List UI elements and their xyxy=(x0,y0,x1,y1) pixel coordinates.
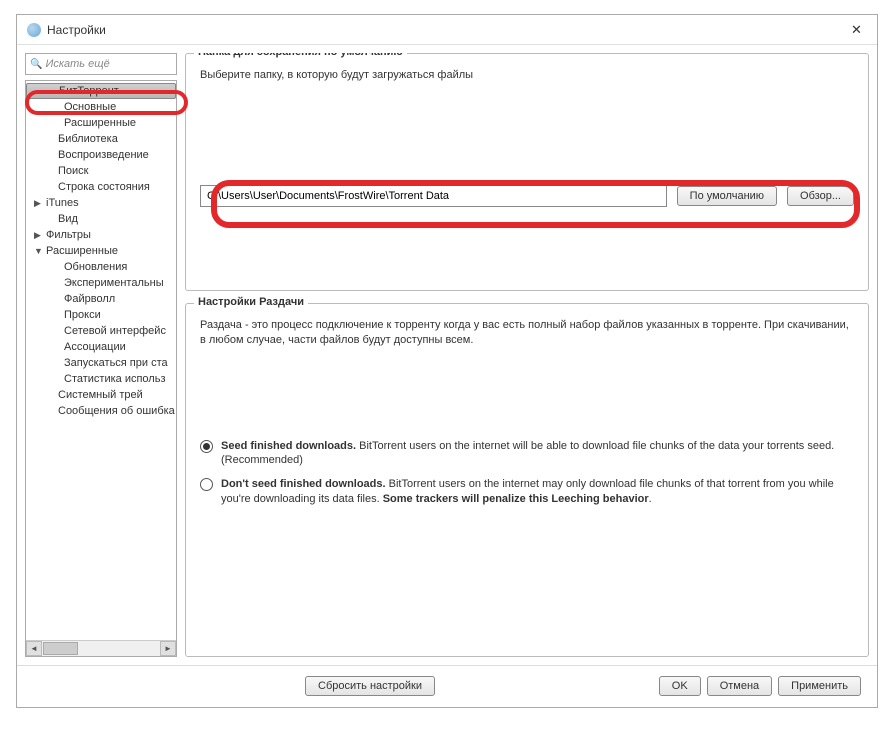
seeding-settings-group: Настройки Раздачи Раздача - это процесс … xyxy=(185,303,869,657)
group-desc: Выберите папку, в которую будут загружат… xyxy=(200,68,854,83)
tree-scrollbar-horizontal[interactable]: ◄ ► xyxy=(26,640,176,656)
group-legend: Настройки Раздачи xyxy=(194,296,308,308)
save-path-input[interactable] xyxy=(200,185,667,207)
window-title: Настройки xyxy=(47,23,851,37)
tree-item[interactable]: Экспериментальны xyxy=(26,275,176,291)
radio-seed-label: Seed finished downloads. BitTorrent user… xyxy=(221,439,854,468)
default-save-folder-group: Папка для сохранения по умолчанию Выбери… xyxy=(185,53,869,291)
tree-item[interactable]: ▶Фильтры xyxy=(26,227,176,243)
category-tree: БитТоррентОсновныеРасширенныеБиблиотекаВ… xyxy=(25,80,177,657)
tree-item[interactable]: Воспроизведение xyxy=(26,147,176,163)
tree-item[interactable]: ▼Расширенные xyxy=(26,243,176,259)
radio-seed[interactable] xyxy=(200,440,213,453)
group-legend: Папка для сохранения по умолчанию xyxy=(194,53,407,58)
tree-item[interactable]: Статистика использ xyxy=(26,371,176,387)
dialog-footer: Сбросить настройки OK Отмена Применить xyxy=(17,665,877,705)
content-area: Искать ещё БитТоррентОсновныеРасширенные… xyxy=(17,45,877,665)
tree-item[interactable]: Вид xyxy=(26,211,176,227)
tree-item[interactable]: Файрволл xyxy=(26,291,176,307)
tree-item[interactable]: Строка состояния xyxy=(26,179,176,195)
tree-item[interactable]: Ассоциации xyxy=(26,339,176,355)
tree-item[interactable]: Обновления xyxy=(26,259,176,275)
scroll-thumb[interactable] xyxy=(43,642,78,655)
tree-item[interactable]: Поиск xyxy=(26,163,176,179)
tree-item[interactable]: БитТоррент xyxy=(26,83,176,99)
close-icon[interactable] xyxy=(851,22,867,38)
tree-item[interactable]: Системный трей xyxy=(26,387,176,403)
app-icon xyxy=(27,23,41,37)
dont-seed-option-row[interactable]: Don't seed finished downloads. BitTorren… xyxy=(200,477,854,506)
titlebar: Настройки xyxy=(17,15,877,45)
browse-button[interactable]: Обзор... xyxy=(787,186,854,206)
tree-item[interactable]: Сетевой интерфейс xyxy=(26,323,176,339)
tree-item[interactable]: Расширенные xyxy=(26,115,176,131)
scroll-right-icon[interactable]: ► xyxy=(160,641,176,656)
group-desc: Раздача - это процесс подключение к торр… xyxy=(200,318,854,349)
tree-item[interactable]: Запускаться при ста xyxy=(26,355,176,371)
search-input[interactable]: Искать ещё xyxy=(25,53,177,75)
tree-item[interactable]: Библиотека xyxy=(26,131,176,147)
tree-item[interactable]: Основные xyxy=(26,99,176,115)
reset-settings-button[interactable]: Сбросить настройки xyxy=(305,676,435,696)
radio-dont-seed-label: Don't seed finished downloads. BitTorren… xyxy=(221,477,854,506)
settings-window: Настройки Искать ещё БитТоррентОсновныеР… xyxy=(16,14,878,708)
cancel-button[interactable]: Отмена xyxy=(707,676,772,696)
ok-button[interactable]: OK xyxy=(659,676,701,696)
default-button[interactable]: По умолчанию xyxy=(677,186,777,206)
seed-option-row[interactable]: Seed finished downloads. BitTorrent user… xyxy=(200,439,854,468)
main-panel: Папка для сохранения по умолчанию Выбери… xyxy=(185,53,869,657)
sidebar: Искать ещё БитТоррентОсновныеРасширенные… xyxy=(25,53,177,657)
tree-item[interactable]: ▶iTunes xyxy=(26,195,176,211)
apply-button[interactable]: Применить xyxy=(778,676,861,696)
tree-item[interactable]: Сообщения об ошибка xyxy=(26,403,176,419)
scroll-left-icon[interactable]: ◄ xyxy=(26,641,42,656)
tree-item[interactable]: Прокси xyxy=(26,307,176,323)
radio-dont-seed[interactable] xyxy=(200,478,213,491)
